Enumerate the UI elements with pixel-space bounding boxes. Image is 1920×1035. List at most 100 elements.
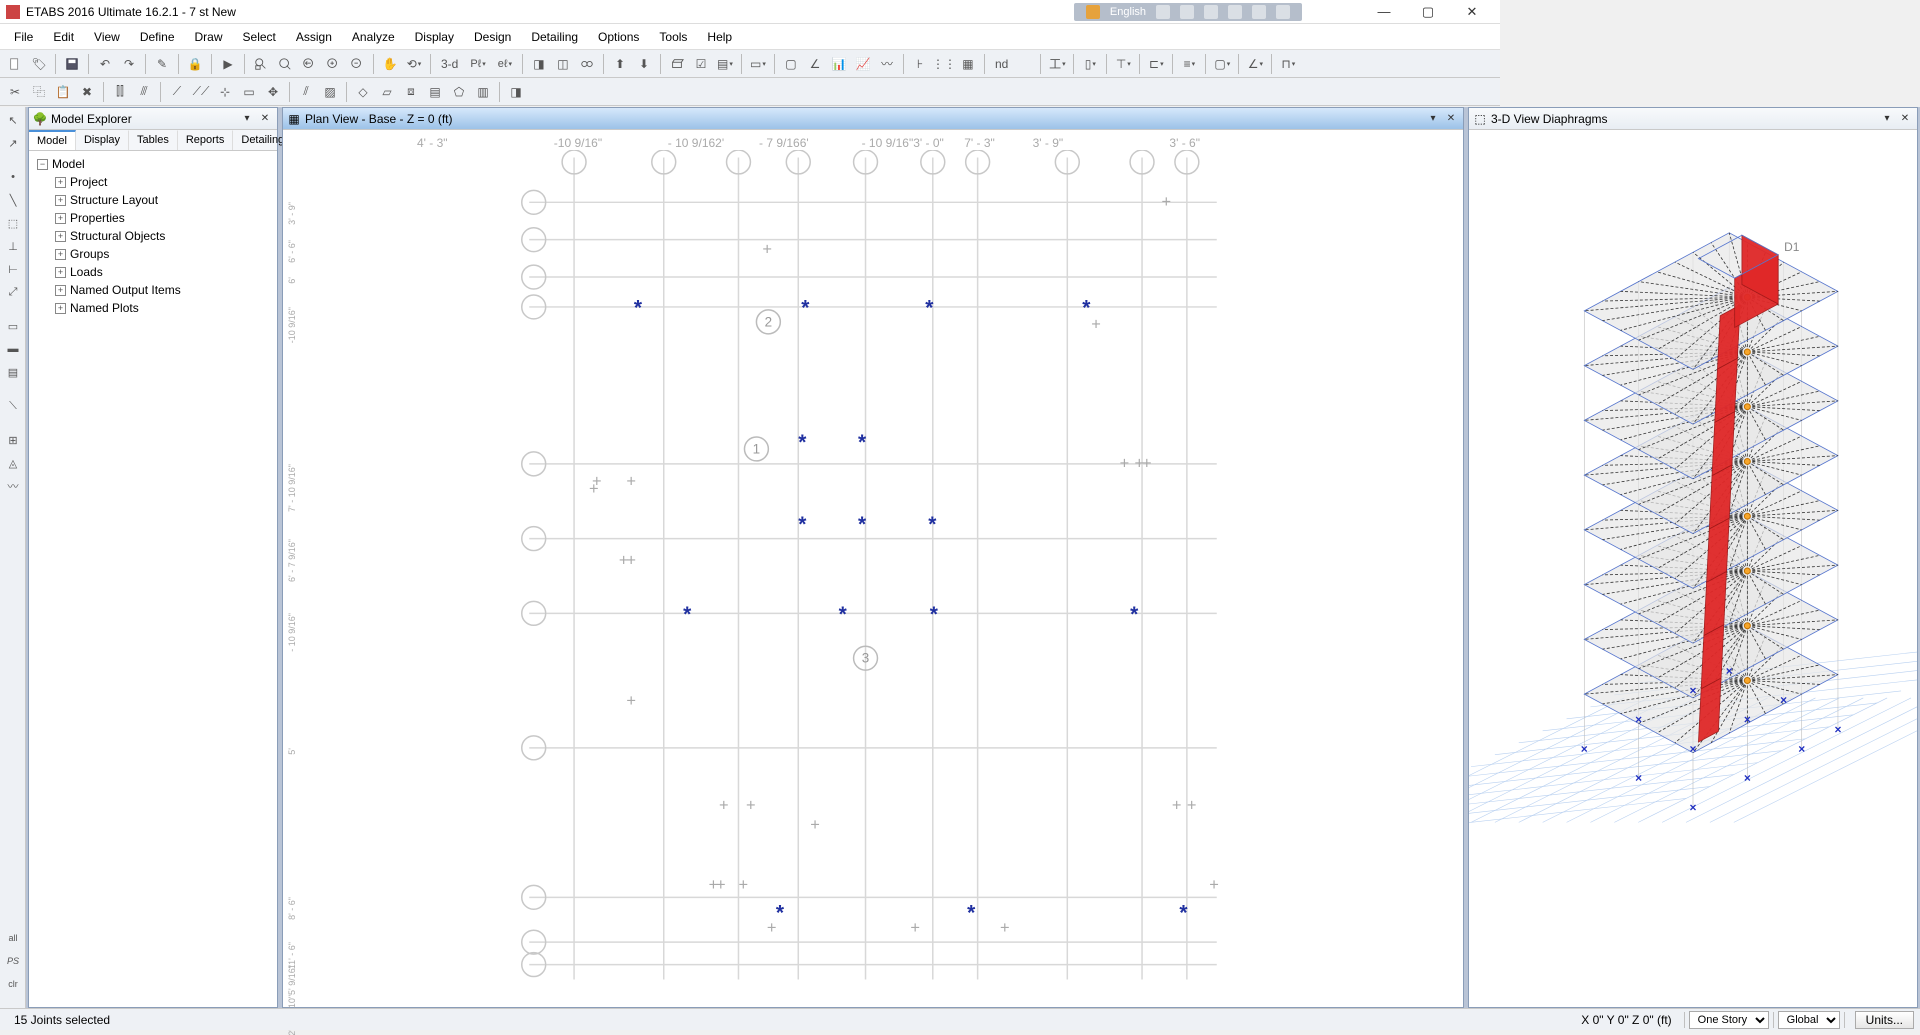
zoom-prev-icon[interactable] (298, 53, 320, 75)
tree-project[interactable]: +Project (55, 173, 275, 191)
menu-options[interactable]: Options (588, 26, 649, 48)
expand-icon[interactable]: + (55, 249, 66, 260)
view3d-close-icon[interactable]: ✕ (1897, 111, 1913, 127)
tool-grid-icon[interactable]: ⊞ (2, 429, 24, 451)
view-3d-button[interactable]: 3-d (436, 53, 463, 75)
shape6-icon[interactable]: ▥ (472, 81, 494, 103)
plan-canvas[interactable]: 4' - 3"-10 9/16"- 10 9/162'- 7 9/166'- 1… (283, 130, 1463, 1007)
draw-joint-icon[interactable]: • (2, 166, 24, 188)
draw-rect-icon[interactable]: ▭ (238, 81, 260, 103)
draw-brace-icon[interactable]: ⤢ (2, 281, 24, 303)
angle-icon[interactable]: ∠ (804, 53, 826, 75)
box-icon[interactable]: ▢▾ (1211, 53, 1233, 75)
status-coord-select[interactable]: Global (1778, 1011, 1840, 1029)
menu-draw[interactable]: Draw (185, 26, 233, 48)
zoom-extents-icon[interactable] (274, 53, 296, 75)
menu-detailing[interactable]: Detailing (521, 26, 588, 48)
tree-groups[interactable]: +Groups (55, 245, 275, 263)
shape5-icon[interactable]: ⬠ (448, 81, 470, 103)
tool-wave-icon[interactable]: 〰 (2, 475, 24, 497)
tab-tables[interactable]: Tables (129, 130, 178, 150)
plan-header[interactable]: ▦ Plan View - Base - Z = 0 (ft) ▾ ✕ (283, 108, 1463, 130)
shape4-icon[interactable]: ▤ (424, 81, 446, 103)
tool-dim-icon[interactable]: ◬ (2, 452, 24, 474)
draw-link-icon[interactable]: ⟍ (2, 395, 24, 417)
texture-icon[interactable]: ▦ (957, 53, 979, 75)
copy-icon[interactable]: ⿻ (28, 81, 50, 103)
down-arrow-icon[interactable]: ⬇ (633, 53, 655, 75)
zoom-out-icon[interactable] (346, 53, 368, 75)
open-file-icon[interactable]: 🏷 (28, 53, 50, 75)
ibeam-icon[interactable]: 工▾ (1046, 53, 1068, 75)
square-icon[interactable]: ▢ (780, 53, 802, 75)
undo-icon[interactable]: ↶ (94, 53, 116, 75)
select-icon[interactable]: ↖ (2, 109, 24, 131)
lock-icon[interactable]: 🔒 (184, 53, 206, 75)
draw-area-icon[interactable]: ▭ (2, 315, 24, 337)
menu-assign[interactable]: Assign (286, 26, 342, 48)
extrude-icon[interactable] (666, 53, 688, 75)
plan-close-icon[interactable]: ✕ (1443, 111, 1459, 127)
tree-root[interactable]: −Model (37, 155, 275, 173)
section1-icon[interactable]: ▯▾ (1079, 53, 1101, 75)
tree-loads[interactable]: +Loads (55, 263, 275, 281)
tee-icon[interactable]: ⊤▾ (1112, 53, 1134, 75)
select-clear-button[interactable]: clr (2, 973, 24, 995)
view3d-svg[interactable]: D1×××××××××××× (1469, 130, 1917, 1007)
draw-beam-icon[interactable]: ⊢ (2, 258, 24, 280)
rotate-icon[interactable]: ⟲▾ (403, 53, 425, 75)
draw-move-icon[interactable]: ✥ (262, 81, 284, 103)
cut-icon[interactable]: ✂ (4, 81, 26, 103)
menu-select[interactable]: Select (233, 26, 286, 48)
tab-display[interactable]: Display (76, 130, 129, 150)
draw-dot-icon[interactable]: ⊹ (214, 81, 236, 103)
window-maximize[interactable]: ▢ (1406, 0, 1450, 24)
redo-icon[interactable]: ↷ (118, 53, 140, 75)
tree-named-plots[interactable]: +Named Plots (55, 299, 275, 317)
channel-icon[interactable]: ⊏▾ (1145, 53, 1167, 75)
fill-icon[interactable]: ▨ (319, 81, 341, 103)
check-icon[interactable]: ☑ (690, 53, 712, 75)
explorer-dropdown-icon[interactable]: ▾ (239, 111, 255, 127)
tree-properties[interactable]: +Properties (55, 209, 275, 227)
refresh-icon[interactable]: ✎ (151, 53, 173, 75)
tab-reports[interactable]: Reports (178, 130, 234, 150)
tab-model[interactable]: Model (29, 130, 76, 150)
glasses-icon[interactable] (576, 53, 598, 75)
shape1-icon[interactable]: ◇ (352, 81, 374, 103)
menu-design[interactable]: Design (464, 26, 521, 48)
shape2-icon[interactable]: ▱ (376, 81, 398, 103)
draw-slab-icon[interactable]: ▤ (2, 361, 24, 383)
expand-icon[interactable]: + (55, 213, 66, 224)
layer-icon[interactable]: ▤▾ (714, 53, 736, 75)
language-strip[interactable]: English (1074, 3, 1302, 21)
draw-frame-icon[interactable]: ╲ (2, 189, 24, 211)
expand-icon[interactable]: + (55, 231, 66, 242)
window-minimize[interactable]: — (1362, 0, 1406, 24)
menu-view[interactable]: View (84, 26, 130, 48)
align-icon[interactable]: ⊦ (909, 53, 931, 75)
mirror-h-icon[interactable]: ⫿⫿ (109, 81, 131, 103)
tree-structural-objects[interactable]: +Structural Objects (55, 227, 275, 245)
draw-poly-icon[interactable]: ⟋⟋ (190, 81, 212, 103)
explorer-header[interactable]: 🌳 Model Explorer ▾ ✕ (29, 108, 277, 130)
status-units-button[interactable]: Units... (1855, 1011, 1914, 1029)
zoom-window-icon[interactable] (250, 53, 272, 75)
new-file-icon[interactable] (4, 53, 26, 75)
plan-dropdown-icon[interactable]: ▾ (1425, 111, 1441, 127)
tree-named-output[interactable]: +Named Output Items (55, 281, 275, 299)
plan-label-icon[interactable]: Pℓ▾ (465, 53, 490, 75)
expand-icon[interactable]: + (55, 285, 66, 296)
collapse-icon[interactable]: − (37, 159, 48, 170)
expand-icon[interactable]: + (55, 267, 66, 278)
menu-define[interactable]: Define (130, 26, 185, 48)
menu-edit[interactable]: Edit (43, 26, 84, 48)
nd-button[interactable]: nd (990, 53, 1013, 75)
menu-help[interactable]: Help (697, 26, 742, 48)
perspective2-icon[interactable]: ◫ (552, 53, 574, 75)
pipe-icon[interactable]: ⊓▾ (1277, 53, 1299, 75)
draw-quick-icon[interactable]: ⬚ (2, 212, 24, 234)
select-all-button[interactable]: all (2, 927, 24, 949)
expand-icon[interactable]: + (55, 195, 66, 206)
menu-tools[interactable]: Tools (649, 26, 697, 48)
